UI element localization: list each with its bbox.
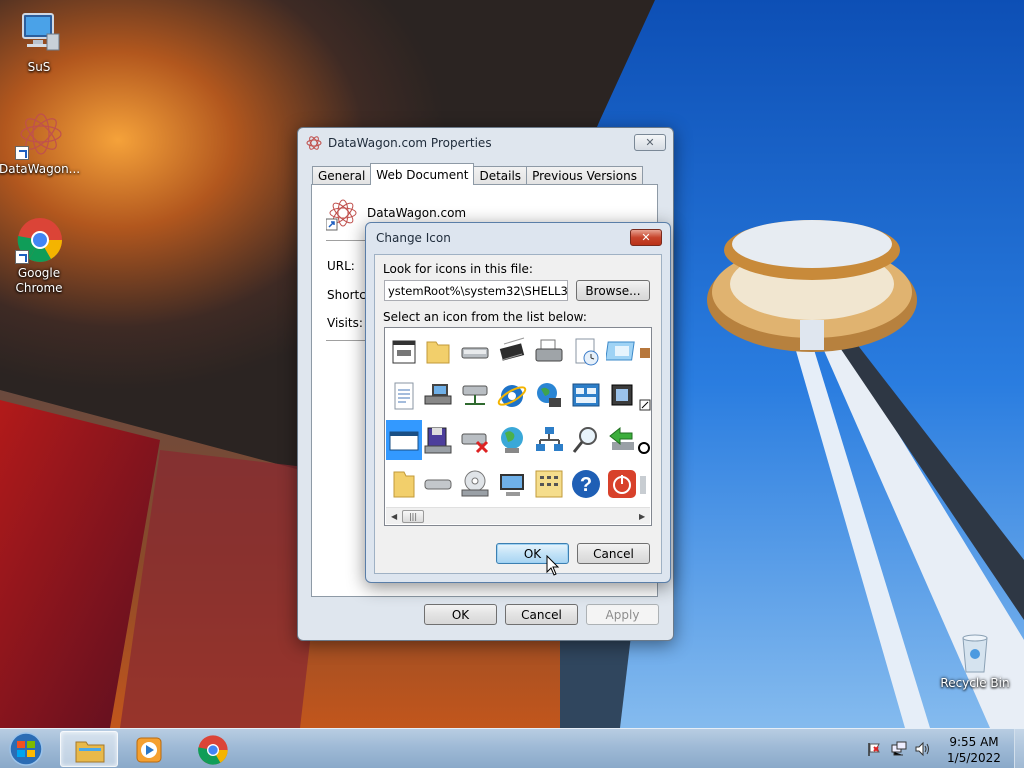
desktop-icon-sus[interactable]: SuS — [0, 10, 79, 75]
globe-cursor-icon[interactable] — [496, 424, 528, 456]
shortcut-arrow-icon — [15, 250, 29, 264]
close-icon: ✕ — [645, 136, 655, 149]
document-clock-icon[interactable] — [570, 336, 602, 368]
icon-list-scrollbar[interactable]: ◀ ||| ▶ — [386, 507, 650, 524]
text-document-icon[interactable] — [388, 380, 420, 412]
visits-label: Visits: — [327, 316, 363, 330]
desktop-icon-google-chrome[interactable]: Google Chrome — [0, 216, 79, 296]
datawagon-small-icon — [306, 135, 322, 151]
item-name: DataWagon.com — [367, 206, 467, 220]
tab-web-document[interactable]: Web Document — [370, 163, 475, 185]
help-icon[interactable]: ? — [570, 468, 602, 500]
tab-strip: General Web Document Details Previous Ve… — [312, 163, 643, 185]
magnifier-icon[interactable] — [570, 424, 602, 456]
drive-icon[interactable] — [422, 468, 454, 500]
window-title: DataWagon.com Properties — [328, 136, 492, 150]
volume-icon[interactable] — [914, 741, 930, 757]
taskbar-media-player-button[interactable] — [120, 731, 178, 767]
start-button[interactable] — [6, 731, 46, 767]
power-icon[interactable] — [606, 468, 638, 500]
desktop-icon-datawagon[interactable]: DataWagon... — [0, 112, 81, 177]
icon-list[interactable]: ? ◀ ||| ▶ — [384, 327, 652, 526]
shortcut-arrow-icon — [15, 146, 29, 160]
close-button[interactable]: ✕ — [630, 229, 662, 246]
datawagon-large-icon — [325, 199, 358, 231]
disconnected-drive-icon[interactable] — [459, 424, 491, 456]
folder-icon — [74, 736, 106, 767]
desktop-icon-recycle-bin[interactable]: Recycle Bin — [935, 632, 1015, 691]
partial-icon[interactable] — [638, 468, 651, 500]
blank-window-icon[interactable] — [386, 420, 422, 460]
internet-explorer-icon[interactable] — [496, 380, 528, 412]
monitor-icon[interactable] — [496, 468, 528, 500]
tab-previous-versions[interactable]: Previous Versions — [526, 166, 643, 185]
desktop-icon-label: SuS — [27, 60, 51, 74]
chrome-icon — [15, 216, 63, 264]
desktop-icon-label: Recycle Bin — [940, 676, 1010, 690]
partial-icon[interactable] — [638, 424, 651, 456]
taskbar-explorer-button[interactable] — [60, 731, 118, 767]
dialog-title: Change Icon — [376, 231, 451, 245]
computer-icon — [15, 10, 63, 58]
taskbar-clock[interactable]: 9:55 AM 1/5/2022 — [936, 734, 1012, 766]
control-panel-icon[interactable] — [570, 380, 602, 412]
network-icon[interactable] — [533, 424, 565, 456]
desktop-icon-label: Google Chrome — [15, 266, 63, 295]
chip-icon[interactable] — [496, 336, 528, 368]
drive-icon[interactable] — [459, 336, 491, 368]
url-label: URL: — [327, 259, 355, 273]
mouse-cursor-icon — [546, 554, 560, 580]
file-label: Look for icons in this file: — [383, 262, 533, 276]
cancel-button[interactable]: Cancel — [505, 604, 578, 625]
taskbar-chrome-button[interactable] — [184, 731, 242, 767]
network-icon[interactable] — [891, 741, 907, 757]
clock-time: 9:55 AM — [949, 735, 999, 749]
change-icon-titlebar[interactable]: Change Icon ✕ — [366, 223, 670, 253]
action-center-flag-icon[interactable] — [866, 741, 882, 757]
window-frame-icon[interactable] — [605, 336, 638, 368]
svg-text:?: ? — [580, 474, 592, 496]
apply-button[interactable]: Apply — [586, 604, 659, 625]
browse-button[interactable]: Browse... — [576, 280, 650, 301]
icon-list-label: Select an icon from the list below: — [383, 310, 587, 324]
show-desktop-button[interactable] — [1014, 729, 1024, 768]
close-icon: ✕ — [641, 231, 651, 244]
chrome-icon — [197, 734, 229, 768]
folder-icon[interactable] — [422, 336, 454, 368]
desktop-icon-label: DataWagon... — [0, 162, 81, 176]
media-device-icon[interactable] — [606, 380, 638, 412]
globe-computer-icon[interactable] — [533, 380, 565, 412]
folder-icon[interactable] — [388, 468, 420, 500]
tab-general[interactable]: General — [312, 166, 372, 185]
datawagon-shortcut-icon — [15, 112, 63, 160]
floppy-disk-icon[interactable] — [422, 424, 454, 456]
close-button[interactable]: ✕ — [634, 134, 666, 151]
cancel-button[interactable]: Cancel — [577, 543, 650, 564]
taskbar: 9:55 AM 1/5/2022 — [0, 728, 1024, 768]
scroll-thumb[interactable]: ||| — [402, 510, 424, 523]
ok-button[interactable]: OK — [424, 604, 497, 625]
properties-titlebar[interactable]: DataWagon.com Properties ✕ — [298, 128, 673, 158]
clock-date: 1/5/2022 — [947, 751, 1001, 765]
back-arrow-icon[interactable] — [606, 424, 638, 456]
tab-details[interactable]: Details — [473, 166, 528, 185]
calculator-folder-icon[interactable] — [533, 468, 565, 500]
printer-icon[interactable] — [533, 336, 565, 368]
recycle-bin-icon — [957, 632, 993, 674]
network-computer-icon[interactable] — [422, 380, 454, 412]
partial-icon[interactable] — [638, 336, 651, 368]
icon-file-input[interactable]: ystemRoot%\system32\SHELL32.dll — [384, 280, 568, 301]
scroll-left-icon[interactable]: ◀ — [391, 512, 397, 521]
app-window-icon[interactable] — [388, 336, 420, 368]
cd-drive-icon[interactable] — [459, 468, 491, 500]
media-player-icon — [135, 736, 163, 767]
shortcut-overlay-icon[interactable] — [638, 380, 651, 412]
network-drive-icon[interactable] — [459, 380, 491, 412]
scroll-right-icon[interactable]: ▶ — [639, 512, 645, 521]
